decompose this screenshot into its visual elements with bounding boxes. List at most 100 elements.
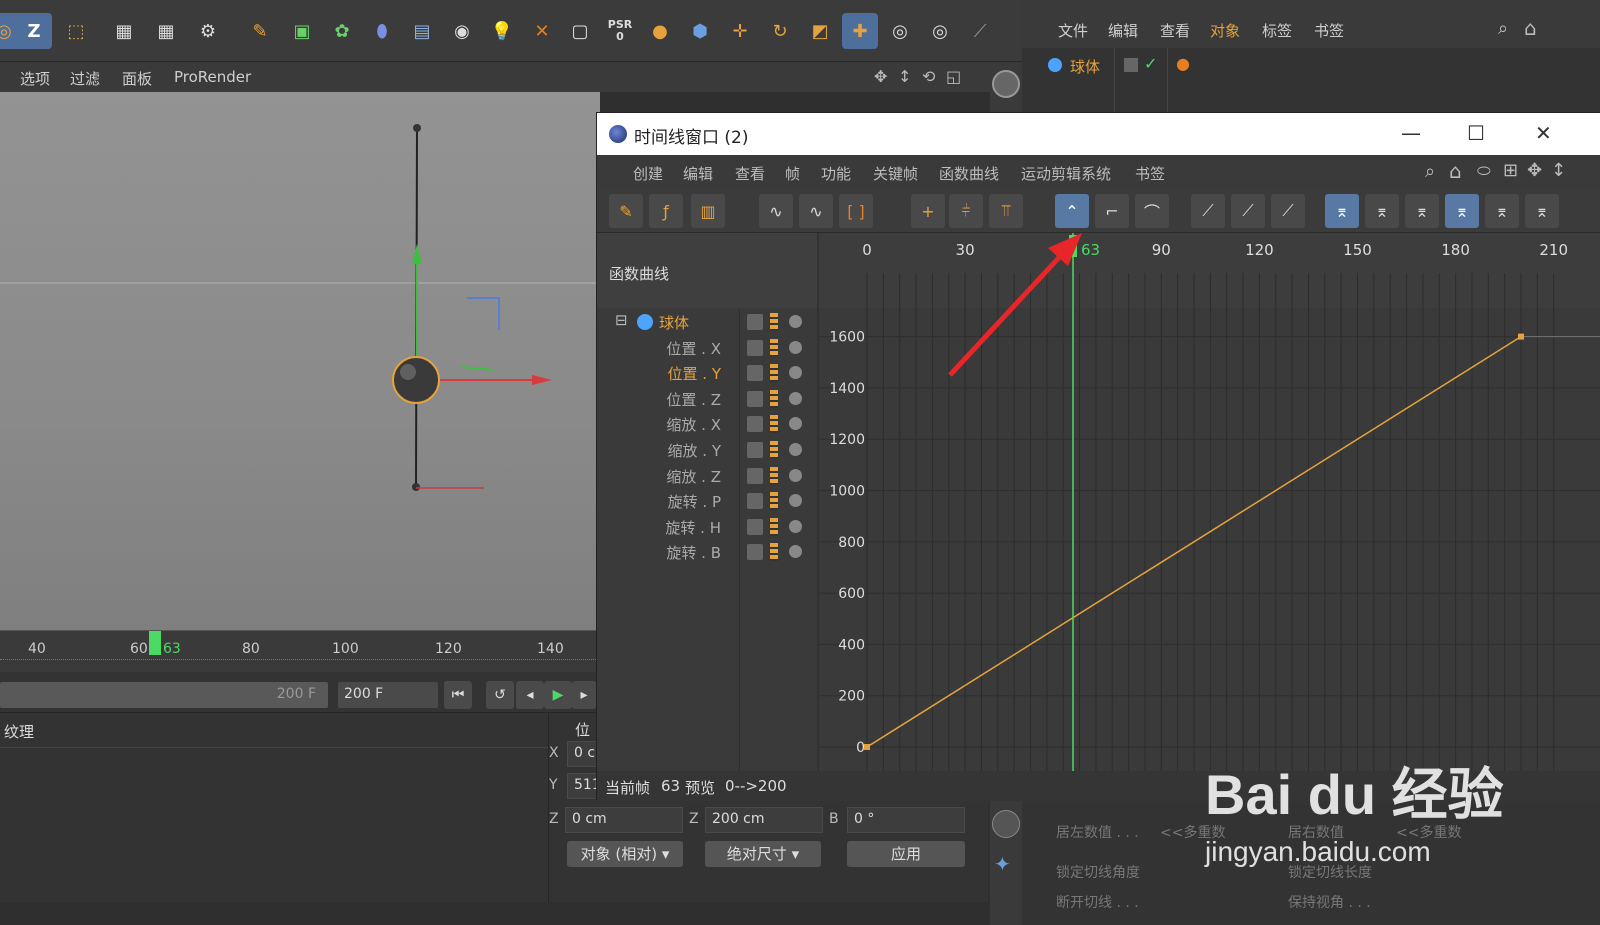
move-icon[interactable]: ✛ xyxy=(722,13,758,49)
ease-out-icon[interactable]: ⟋ xyxy=(1231,194,1265,228)
subdivision-icon[interactable]: ✿ xyxy=(324,13,360,49)
z-position-field[interactable]: 0 cm xyxy=(565,807,683,833)
menu-filter[interactable]: 过滤 xyxy=(70,68,100,89)
coord-mode-select[interactable]: 对象 (相对) ▾ xyxy=(567,841,683,867)
b-rotation-field[interactable]: 0 ° xyxy=(847,807,965,833)
fcurve-mode-icon[interactable]: ƒ xyxy=(649,194,683,228)
motion-mode-icon[interactable]: ▥ xyxy=(691,194,725,228)
pen-tool-icon[interactable]: ✎ xyxy=(242,13,278,49)
range-icon[interactable]: [ ] xyxy=(839,194,873,228)
main-timeline-ruler[interactable]: 40 60 80 100 120 140 63 xyxy=(0,630,600,672)
wave2-icon[interactable]: ∿ xyxy=(799,194,833,228)
tangent-weight-icon[interactable]: ⌆ xyxy=(1445,194,1479,228)
z-size-field[interactable]: 200 cm xyxy=(705,807,823,833)
tangent-lock-icon[interactable]: ⌆ xyxy=(1485,194,1519,228)
psr-button[interactable]: PSR 0 xyxy=(602,13,638,49)
plane-handle[interactable] xyxy=(461,366,495,371)
y-axis-arrow[interactable] xyxy=(412,244,422,264)
minimize-icon[interactable]: — xyxy=(1401,121,1421,145)
current-frame-marker[interactable] xyxy=(149,631,161,655)
step-interp-icon[interactable]: ⌒ xyxy=(1135,194,1169,228)
end-frame-slider[interactable]: 200 F xyxy=(0,682,328,708)
add-key-icon[interactable]: + xyxy=(911,194,945,228)
end-frame-field[interactable]: 200 F xyxy=(338,682,438,708)
tangent-zero-icon[interactable]: ⌆ xyxy=(1405,194,1439,228)
object-name[interactable]: 球体 xyxy=(1070,56,1100,77)
track-solo-dot[interactable] xyxy=(789,341,802,354)
cube-primitive-icon[interactable]: ▣ xyxy=(284,13,320,49)
track-row[interactable]: 缩放 . Z xyxy=(597,463,817,488)
fcurve-graph[interactable]: 0 30 60 90 120 150 180 210 63 0 200 400 600 800 1000 1… xyxy=(819,233,1600,771)
play-button[interactable]: ▶ xyxy=(544,681,572,709)
tangent-clamp-icon[interactable]: ⌆ xyxy=(1365,194,1399,228)
search-icon[interactable]: ⌕ xyxy=(1498,18,1508,39)
menu-fcurve[interactable]: 函数曲线 xyxy=(939,163,999,184)
coord-system-icon[interactable]: ⬚ xyxy=(58,13,94,49)
home-icon[interactable]: ⌂ xyxy=(1449,159,1462,183)
menu-file[interactable]: 文件 xyxy=(1058,20,1088,41)
menu-edit[interactable]: 编辑 xyxy=(683,163,713,184)
linear-interp-icon[interactable]: ⌐ xyxy=(1095,194,1129,228)
track-mute-toggle[interactable] xyxy=(747,365,763,381)
track-row[interactable]: 旋转 . H xyxy=(597,514,817,539)
track-solo-dot[interactable] xyxy=(789,366,802,379)
track-mute-toggle[interactable] xyxy=(747,544,763,560)
wave-icon[interactable]: ∿ xyxy=(759,194,793,228)
track-solo-dot[interactable] xyxy=(789,545,802,558)
track-row[interactable]: 旋转 . P xyxy=(597,488,817,513)
ease-in-icon[interactable]: ⟋ xyxy=(1191,194,1225,228)
dolly-icon[interactable]: ↕ xyxy=(1551,160,1566,181)
menu-bookmarks[interactable]: 书签 xyxy=(1314,20,1344,41)
menu-tags[interactable]: 标签 xyxy=(1262,20,1292,41)
move-tool-icon[interactable]: ✚ xyxy=(842,13,878,49)
window-titlebar[interactable]: 时间线窗口 (2) — ☐ ✕ xyxy=(597,113,1600,155)
track-mute-toggle[interactable] xyxy=(747,340,763,356)
tangent-break-icon[interactable]: ⌆ xyxy=(1525,194,1559,228)
track-row[interactable]: 旋转 . B xyxy=(597,539,817,564)
dolly-icon[interactable]: ↕ xyxy=(898,67,911,86)
link-icon[interactable]: ⬭ xyxy=(1477,161,1491,181)
render-view-icon[interactable]: ▦ xyxy=(106,13,142,49)
floor-icon[interactable]: ▤ xyxy=(404,13,440,49)
render-settings-icon[interactable]: ⚙ xyxy=(190,13,226,49)
track-solo-dot[interactable] xyxy=(789,520,802,533)
menu-view[interactable]: 查看 xyxy=(735,163,765,184)
spline-interp-icon[interactable]: ⌃ xyxy=(1055,194,1089,228)
object-mode-icon[interactable]: ⬢ xyxy=(682,13,718,49)
track-mute-toggle[interactable] xyxy=(747,416,763,432)
tag-icon[interactable]: ● xyxy=(1176,54,1190,73)
track-row[interactable]: 位置 . X xyxy=(597,335,817,360)
prev-frame-button[interactable]: ◂ xyxy=(516,681,544,709)
fcurve-graph-svg[interactable]: 0 30 60 90 120 150 180 21063 020040060080010001… xyxy=(819,233,1600,771)
python-icon[interactable]: ✦ xyxy=(994,852,1018,876)
track-solo-dot[interactable] xyxy=(789,469,802,482)
add-keys-icon[interactable]: ⫩ xyxy=(949,194,983,228)
camera-icon[interactable]: ◉ xyxy=(444,13,480,49)
3d-viewport[interactable] xyxy=(0,92,600,630)
live-select-icon[interactable]: ◎ xyxy=(882,13,918,49)
menu-edit[interactable]: 编辑 xyxy=(1108,20,1138,41)
fcurve-key[interactable] xyxy=(1518,333,1524,340)
menu-objects[interactable]: 对象 xyxy=(1210,20,1240,41)
menu-panel[interactable]: 面板 xyxy=(122,68,152,89)
track-row[interactable]: 缩放 . Y xyxy=(597,437,817,462)
x-axis-arrow[interactable] xyxy=(532,375,552,385)
deformer-icon[interactable]: ⬮ xyxy=(364,13,400,49)
home-icon[interactable]: ⌂ xyxy=(1524,16,1537,40)
pan-icon[interactable]: ✥ xyxy=(1527,160,1542,181)
track-mute-toggle[interactable] xyxy=(747,442,763,458)
track-solo-dot[interactable] xyxy=(789,392,802,405)
menu-prorender[interactable]: ProRender xyxy=(174,68,251,86)
collapse-icon[interactable]: ⊟ xyxy=(615,311,628,329)
menu-view[interactable]: 查看 xyxy=(1160,20,1190,41)
track-solo-dot[interactable] xyxy=(789,315,802,328)
track-root[interactable]: ⊟ 球体 xyxy=(597,309,817,334)
track-mute-toggle[interactable] xyxy=(747,391,763,407)
maximize-view-icon[interactable]: ◱ xyxy=(946,67,961,86)
light-icon[interactable]: 💡 xyxy=(484,13,520,49)
track-solo-dot[interactable] xyxy=(789,417,802,430)
script-icon[interactable] xyxy=(992,810,1020,838)
select-icon[interactable]: ◎ xyxy=(922,13,958,49)
track-row[interactable]: 缩放 . X xyxy=(597,411,817,436)
visibility-toggle[interactable] xyxy=(1124,58,1138,72)
